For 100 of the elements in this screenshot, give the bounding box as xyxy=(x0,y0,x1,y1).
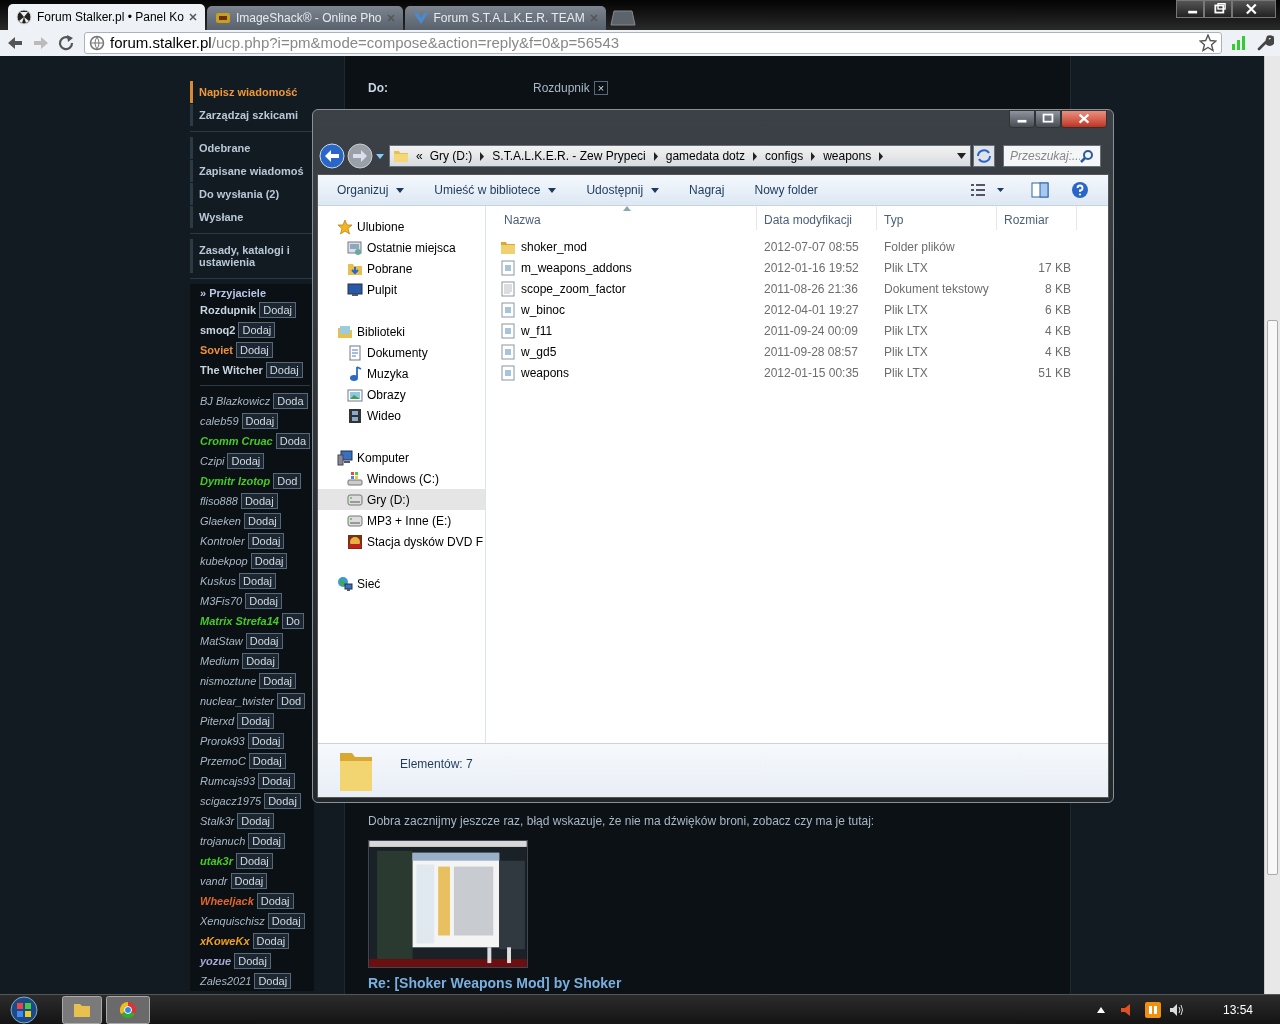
add-friend-button[interactable]: Dodaj xyxy=(267,913,305,929)
add-friend-button[interactable]: Dodaj xyxy=(259,673,296,689)
friend-name[interactable]: Kuskus xyxy=(200,572,237,590)
friend-name[interactable]: Matrix Strefa14 xyxy=(200,612,279,630)
pause-icon[interactable] xyxy=(1144,1001,1161,1018)
add-friend-button[interactable]: Dodaj xyxy=(227,453,265,469)
forward-icon[interactable] xyxy=(347,143,373,169)
add-friend-button[interactable]: Dodaj xyxy=(245,633,283,649)
file-item[interactable]: w_gd5 xyxy=(497,342,757,361)
column-header[interactable]: Typ xyxy=(877,206,997,230)
help-icon[interactable] xyxy=(1071,181,1089,199)
restore-icon[interactable] xyxy=(1204,0,1232,18)
file-item[interactable]: scope_zoom_factor xyxy=(497,279,757,298)
post-title-link[interactable]: Re: [Shoker Weapons Mod] by Shoker xyxy=(368,976,1070,990)
friend-name[interactable]: Piterxd xyxy=(200,712,235,730)
chevron-right-icon[interactable] xyxy=(752,151,759,161)
friend-name[interactable]: MatStaw xyxy=(200,632,243,650)
wrench-icon[interactable] xyxy=(1256,34,1274,52)
new-tab-icon[interactable] xyxy=(609,10,636,26)
add-friend-button[interactable]: Dodaj xyxy=(256,893,294,909)
friend-name[interactable]: The Witcher xyxy=(200,361,263,379)
add-friend-button[interactable]: Dodaj xyxy=(247,533,285,549)
file-item[interactable]: weapons xyxy=(497,363,757,382)
friend-name[interactable]: Stalk3r xyxy=(200,812,235,830)
nav-item[interactable]: Sieć xyxy=(318,573,485,594)
add-friend-button[interactable]: Dodaj xyxy=(241,413,279,429)
add-friend-button[interactable]: Dodaj xyxy=(259,302,296,318)
friend-name[interactable]: fliso888 xyxy=(200,492,238,510)
file-item[interactable]: m_weapons_addons xyxy=(497,258,757,277)
browser-tab[interactable]: Forum Stalker.pl • Panel Ko xyxy=(8,4,205,30)
friend-name[interactable]: nuclear_twister xyxy=(200,692,274,710)
tray-arrow-icon[interactable] xyxy=(1096,1006,1105,1013)
add-friend-button[interactable]: Dodaj xyxy=(254,973,292,989)
add-friend-button[interactable]: Dod xyxy=(277,693,306,709)
friend-name[interactable]: xKoweKx xyxy=(200,932,250,950)
back-icon[interactable] xyxy=(319,143,345,169)
friend-name[interactable]: utak3r xyxy=(200,852,234,870)
dropdown-arrow-icon[interactable] xyxy=(375,152,385,160)
friend-name[interactable]: scigacz1975 xyxy=(200,792,262,810)
minimize-icon[interactable] xyxy=(1176,0,1204,18)
friend-name[interactable]: Soviet xyxy=(200,341,233,359)
menu-link[interactable]: Napisz wiadomość xyxy=(190,81,314,103)
file-item[interactable]: shoker_mod xyxy=(497,237,757,256)
friend-name[interactable]: Rumcajs93 xyxy=(200,772,256,790)
file-item[interactable]: w_binoc xyxy=(497,300,757,319)
toolbar-button[interactable]: Umieść w bibliotece xyxy=(434,181,557,199)
add-friend-button[interactable]: Dodaj xyxy=(252,933,290,949)
nav-item[interactable]: Stacja dysków DVD F xyxy=(318,531,485,552)
chrome-icon[interactable] xyxy=(106,995,150,1024)
nav-item[interactable]: Wideo xyxy=(318,405,485,426)
breadcrumb-segment[interactable]: gamedata dotz xyxy=(665,147,746,165)
add-friend-button[interactable]: Dodaj xyxy=(248,753,286,769)
breadcrumb-segment[interactable]: S.T.A.L.K.E.R. - Zew Prypeci xyxy=(492,147,646,165)
add-friend-button[interactable]: Dod xyxy=(273,473,302,489)
chevron-right-icon[interactable] xyxy=(652,151,659,161)
add-friend-button[interactable]: Dodaj xyxy=(265,362,303,378)
toolbar-button[interactable]: Organizuj xyxy=(337,181,405,199)
nav-item[interactable]: Pulpit xyxy=(318,279,485,300)
file-item[interactable]: w_f11 xyxy=(497,321,757,340)
address-bar[interactable]: forum.stalker.pl/ucp.php?i=pm&mode=compose&action=reply&f=0&p=56543 xyxy=(84,32,1222,54)
back-icon[interactable] xyxy=(6,35,24,51)
dropdown-arrow-icon[interactable] xyxy=(957,153,966,159)
nav-item[interactable]: Obrazy xyxy=(318,384,485,405)
minimize-icon[interactable] xyxy=(1009,110,1035,128)
speaker-icon[interactable] xyxy=(1119,1002,1132,1017)
add-friend-button[interactable]: Dodaj xyxy=(230,873,268,889)
nav-item[interactable]: Muzyka xyxy=(318,363,485,384)
scrollbar[interactable] xyxy=(1264,56,1280,994)
browser-tab[interactable]: ImageShack® - Online Pho xyxy=(206,6,403,30)
nav-item[interactable]: MP3 + Inne (E:) xyxy=(318,510,485,531)
friend-name[interactable]: caleb59 xyxy=(200,412,239,430)
friend-name[interactable]: Czipi xyxy=(200,452,225,470)
add-friend-button[interactable]: Dodaj xyxy=(239,573,276,589)
add-friend-button[interactable]: Dodaj xyxy=(250,553,288,569)
remove-button[interactable]: × xyxy=(593,81,609,95)
friend-name[interactable]: smoq2 xyxy=(200,321,236,339)
close-icon[interactable] xyxy=(1061,110,1107,128)
add-friend-button[interactable]: Dodaj xyxy=(236,342,273,358)
toolbar-button[interactable]: Nagraj xyxy=(689,181,725,199)
add-friend-button[interactable]: Dodaj xyxy=(238,322,276,338)
friend-name[interactable]: BJ Blazkowicz xyxy=(200,392,271,410)
friend-name[interactable]: Rozdupnik xyxy=(200,301,257,319)
breadcrumb-segment[interactable]: weapons xyxy=(823,147,872,165)
folder-icon[interactable] xyxy=(62,995,102,1024)
friend-name[interactable]: Zales2021 xyxy=(200,972,252,990)
nav-item[interactable]: Biblioteki xyxy=(318,321,485,342)
friend-name[interactable]: kubekpop xyxy=(200,552,248,570)
chevron-right-icon[interactable] xyxy=(810,151,817,161)
browser-tab[interactable]: Forum S.T.A.L.K.E.R. TEAM xyxy=(404,6,606,30)
add-friend-button[interactable]: Dodaj xyxy=(237,713,274,729)
refresh-icon[interactable] xyxy=(973,145,995,167)
view-options-icon[interactable] xyxy=(971,183,1005,197)
reload-icon[interactable] xyxy=(58,35,76,51)
address-bar[interactable]: « Gry (D:) S.T.A.L.K.E.R. - Zew Prypeci gamedata dotz configs weapons xyxy=(389,145,971,167)
friend-name[interactable]: Glaeken xyxy=(200,512,241,530)
breadcrumb-segment[interactable]: Gry (D:) xyxy=(429,147,473,165)
add-friend-button[interactable]: Dodaj xyxy=(247,733,285,749)
friend-name[interactable]: vandr xyxy=(200,872,228,890)
add-friend-button[interactable]: Dodaj xyxy=(264,793,301,809)
nav-item[interactable]: Gry (D:) xyxy=(318,489,485,510)
